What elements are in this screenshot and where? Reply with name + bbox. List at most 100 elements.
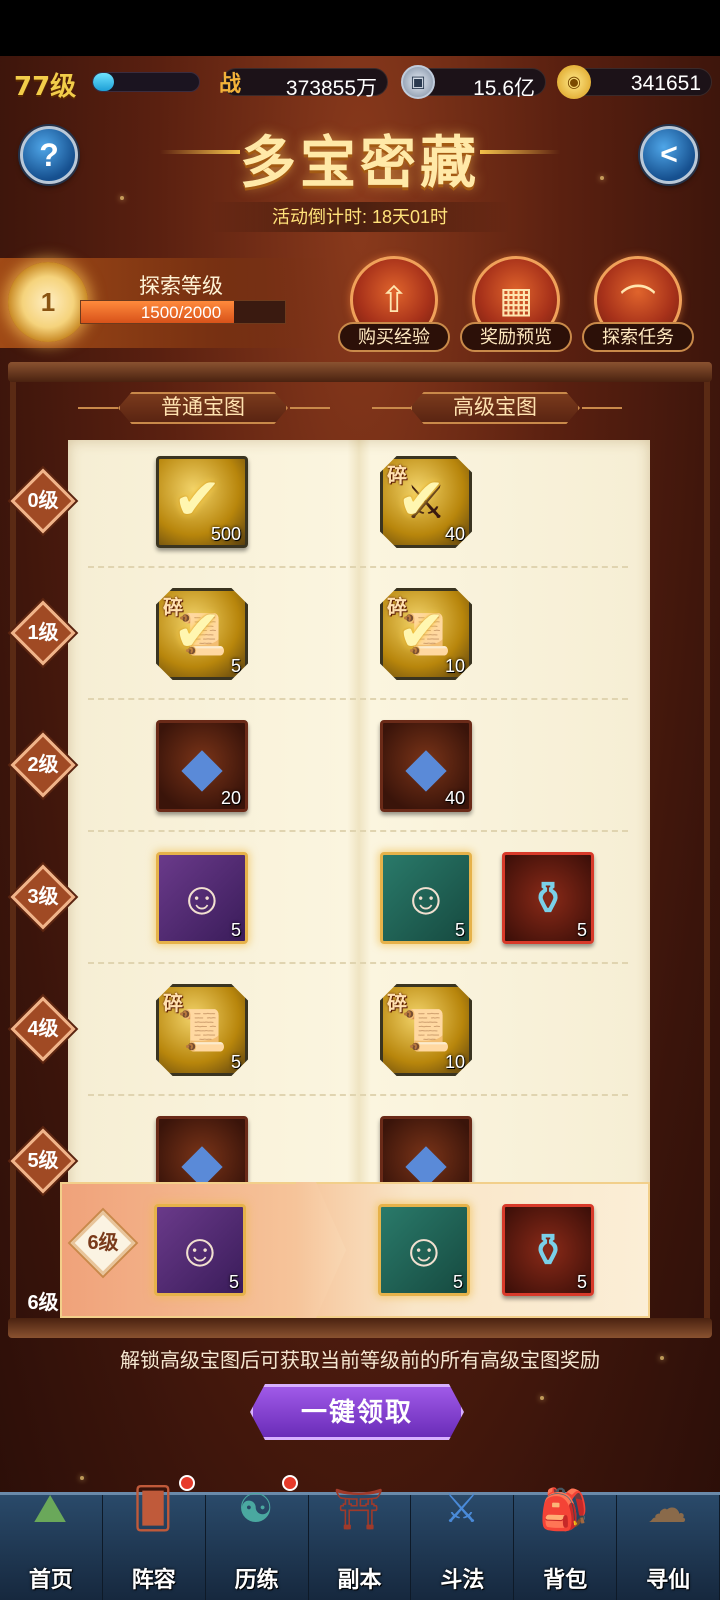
status-bar <box>0 0 720 56</box>
item-count: 5 <box>452 1272 463 1292</box>
nav-bag[interactable]: 🎒 背包 <box>514 1488 618 1600</box>
training-icon: ☯ <box>237 1487 274 1531</box>
reward-item-normal-1[interactable]: 📜 碎 ✔ 5 <box>156 588 248 680</box>
nav-label: 副本 <box>337 1567 382 1592</box>
reward-item-advanced-4[interactable]: 📜 碎 10 <box>380 984 472 1076</box>
nav-label: 历练 <box>234 1567 279 1592</box>
item-count: 10 <box>444 1052 465 1072</box>
item-count: 5 <box>230 920 241 940</box>
reward-item-normal-2[interactable]: ◆ 20 <box>156 720 248 812</box>
level-badge-4: 4级 <box>10 996 76 1062</box>
activity-countdown: 活动倒计时: 18天01时 <box>210 202 510 232</box>
buy-exp-label: 购买经验 <box>338 322 450 352</box>
item-count: 20 <box>220 788 241 808</box>
reward-item-advanced-1[interactable]: 📜 碎 ✔ 10 <box>380 588 472 680</box>
tab-line <box>78 407 118 409</box>
unlock-notice: 解锁高级宝图后可获取当前等级前的所有高级宝图奖励 <box>120 1350 600 1372</box>
tab-normal-map: 普通宝图 <box>118 392 288 424</box>
claim-all-button[interactable]: 一键领取 <box>250 1384 464 1440</box>
coin-balance[interactable]: ▣ 15.6亿 <box>401 65 546 100</box>
level-badge-label: 1级 <box>27 622 59 644</box>
combat-power: 战 373855万 <box>219 68 388 100</box>
reward-item-normal-3[interactable]: ☺ 5 <box>156 852 248 944</box>
item-count: 5 <box>576 920 587 940</box>
combat-icon: 战 <box>218 71 241 97</box>
explore-progress-bar: 1500/2000 <box>80 300 286 324</box>
claimed-check-icon: ✔ <box>397 467 446 532</box>
row-separator <box>88 566 628 568</box>
claimed-check-icon: ✔ <box>397 599 446 664</box>
combat-value: 373855万 <box>285 77 377 100</box>
reward-item-advanced-3[interactable]: ☺ 5 <box>380 852 472 944</box>
explore-task-label: 探索任务 <box>582 322 694 352</box>
item-count: 5 <box>230 1052 241 1072</box>
notification-dot <box>178 1475 195 1491</box>
item-count: 10 <box>444 656 465 676</box>
reward-item-normal-4[interactable]: 📜 碎 5 <box>156 984 248 1076</box>
tab-line <box>372 407 412 409</box>
item-count: 5 <box>230 656 241 676</box>
nav-label: 寻仙 <box>646 1567 691 1592</box>
level-badge-partial: 6级 <box>27 1292 59 1314</box>
reward-item-normal-0[interactable]: ✔ 500 <box>156 456 248 548</box>
nav-label: 背包 <box>543 1567 588 1592</box>
fragment-mark: 碎 <box>387 993 407 1015</box>
gold-value: 341651 <box>630 72 701 95</box>
bag-icon: 🎒 <box>539 1487 590 1532</box>
battle-icon: ⚔ <box>443 1487 480 1531</box>
bottom-nav: ⛰ 首页 🂠 阵容 ☯ 历练 ⛩ 副本 ⚔ 斗法 🎒 背包 ☁ 寻仙 <box>0 1475 720 1600</box>
reward-preview-button[interactable]: ▦ 奖励预览 <box>460 256 572 352</box>
gold-balance[interactable]: ◉ 341651 <box>557 65 712 99</box>
item-count: 5 <box>576 1272 587 1292</box>
level-badge-label: 2级 <box>27 754 59 776</box>
item-count: 500 <box>210 524 241 544</box>
row-separator <box>88 698 628 700</box>
item-count: 40 <box>444 524 465 544</box>
nav-label: 阵容 <box>131 1567 176 1592</box>
item-count: 5 <box>454 920 465 940</box>
row-separator <box>88 962 628 964</box>
reward-item-advanced-2[interactable]: ◆ 40 <box>380 720 472 812</box>
fragment-mark: 碎 <box>163 993 183 1015</box>
row-separator <box>88 830 628 832</box>
dungeon-icon: ⛩ <box>333 1487 384 1532</box>
coin-icon: ▣ <box>401 65 435 99</box>
item-count: 5 <box>228 1272 239 1292</box>
level-badge-label: 4级 <box>27 1018 59 1040</box>
reward-item-advanced-0[interactable]: ⚔ 碎 ✔ 40 <box>380 456 472 548</box>
gold-ingot-icon: ◉ <box>557 65 591 99</box>
nav-label: 首页 <box>28 1567 73 1592</box>
explore-level-medal: 1 <box>8 262 88 342</box>
reward-item-normal-6[interactable]: ☺ 5 <box>154 1204 246 1296</box>
reward-item-advanced-6[interactable]: ☺ 5 <box>378 1204 470 1296</box>
level-badge-2: 2级 <box>10 732 76 798</box>
nav-seek[interactable]: ☁ 寻仙 <box>617 1487 720 1600</box>
row-separator <box>88 1094 628 1096</box>
nav-home[interactable]: ⛰ 首页 <box>0 1487 103 1600</box>
level-badge-3: 3级 <box>10 864 76 930</box>
level-badge-6: 6级 <box>70 1210 136 1276</box>
reward-item-advanced-6[interactable]: ⚱ 5 <box>502 1204 594 1296</box>
page-title: 多宝密藏 <box>240 130 480 196</box>
book-frame-bottom <box>8 1318 712 1338</box>
resource-bar: 77级 战 373855万 ▣ 15.6亿 ◉ 341651 <box>0 64 720 102</box>
reward-item-advanced-3[interactable]: ⚱ 5 <box>502 852 594 944</box>
explore-level-label: 探索等级 <box>139 275 223 298</box>
level-progress-bar <box>92 72 200 92</box>
level-badge-label: 3级 <box>27 886 59 908</box>
home-icon: ⛰ <box>33 1486 67 1531</box>
level-badge-1: 1级 <box>10 600 76 666</box>
nav-lineup[interactable]: 🂠 阵容 <box>103 1475 206 1600</box>
book-frame-top <box>8 362 712 382</box>
level-badge-label: 0级 <box>27 490 59 512</box>
explore-task-button[interactable]: ⌒ 探索任务 <box>582 256 694 352</box>
nav-label: 斗法 <box>440 1567 485 1592</box>
player-level: 77级 <box>14 72 77 102</box>
nav-dungeon[interactable]: ⛩ 副本 <box>309 1488 412 1600</box>
nav-battle[interactable]: ⚔ 斗法 <box>411 1487 515 1600</box>
buy-exp-button[interactable]: ⇧ 购买经验 <box>338 256 450 352</box>
tab-advanced-map: 高级宝图 <box>410 392 580 424</box>
nav-training[interactable]: ☯ 历练 <box>206 1475 309 1600</box>
claimed-check-icon: ✔ <box>173 599 222 664</box>
level-badge-0: 0级 <box>10 468 76 534</box>
